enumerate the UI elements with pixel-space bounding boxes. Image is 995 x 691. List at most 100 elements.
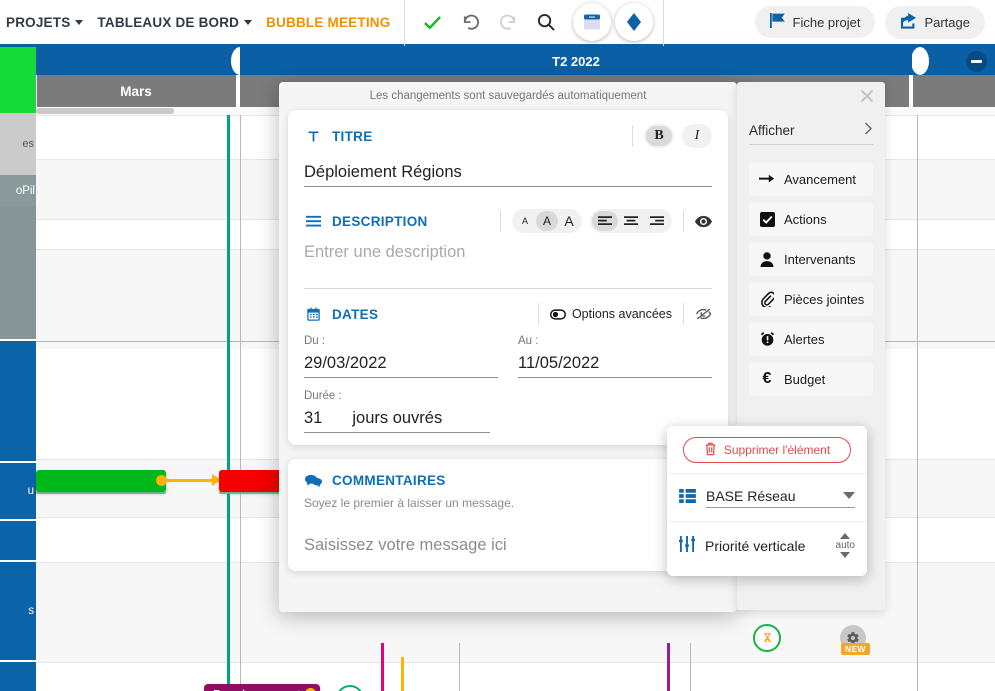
comments-empty-text: Soyez le premier à laisser un message.: [304, 496, 515, 510]
checkbox-icon: [759, 211, 775, 227]
italic-button[interactable]: I: [684, 126, 710, 146]
row-header-cell[interactable]: [0, 662, 36, 691]
dependency-link: [401, 657, 404, 691]
divider: [304, 288, 712, 289]
nav-tableaux-label: TABLEAUX DE BORD: [97, 14, 240, 30]
grid-line: [917, 115, 918, 691]
trash-icon: [704, 442, 717, 459]
from-date-value: 29/03/2022: [304, 354, 387, 372]
afficher-header[interactable]: Afficher: [749, 122, 873, 145]
base-select-value: BASE Réseau: [706, 487, 796, 504]
title-section-header: TITRE B I: [304, 124, 712, 148]
fiche-projet-button[interactable]: Fiche projet: [754, 6, 876, 38]
row-header-cell[interactable]: u: [0, 463, 36, 519]
nav-projets-label: PROJETS: [6, 14, 71, 30]
font-size-medium-button[interactable]: A: [536, 211, 558, 231]
comments-card: COMMENTAIRES Soyez le premier à laisser …: [288, 459, 728, 571]
dates-row: Du : 29/03/2022 Au : 11/05/2022: [304, 335, 712, 378]
advanced-options-button[interactable]: Options avancées: [549, 307, 672, 321]
from-label: Du :: [304, 335, 326, 347]
redo-icon[interactable]: [491, 5, 525, 39]
nav-projets[interactable]: PROJETS: [6, 14, 84, 30]
toggle-icon: [549, 308, 566, 320]
sidebar-item-avancement[interactable]: Avancement: [749, 162, 873, 196]
row-header-cell[interactable]: s: [0, 562, 36, 660]
element-context-menu[interactable]: Supprimer l'élément BASE Réseau Priorité: [667, 426, 867, 576]
font-size-group[interactable]: A A A: [512, 209, 582, 233]
align-right-icon[interactable]: [644, 211, 670, 231]
chevron-down-icon: [75, 19, 84, 25]
period-marker-line: [381, 643, 384, 691]
duration-field[interactable]: 31 jours ouvrés: [304, 404, 490, 433]
sliders-icon: [679, 536, 695, 555]
eye-icon[interactable]: [695, 215, 712, 228]
sidebar-item-label: Intervenants: [784, 251, 856, 267]
row-header-cell[interactable]: [0, 521, 36, 560]
base-select[interactable]: BASE Réseau: [706, 488, 855, 508]
base-selector-row[interactable]: BASE Réseau: [667, 473, 867, 521]
vertical-priority-row[interactable]: Priorité verticale auto: [667, 521, 867, 569]
delete-element-label: Supprimer l'élément: [723, 443, 831, 457]
search-icon[interactable]: [529, 5, 563, 39]
grid-icon: [679, 489, 696, 506]
horizontal-scrollbar-thumb[interactable]: [36, 108, 174, 114]
grid-line: [690, 643, 691, 691]
row-header-cell[interactable]: [0, 341, 36, 461]
align-center-icon[interactable]: [618, 211, 644, 231]
sidebar-item-pieces-jointes[interactable]: Pièces jointes: [749, 282, 873, 316]
sidebar-item-label: Pièces jointes: [784, 291, 865, 307]
duration-label: Durée :: [304, 390, 342, 402]
sidebar-item-alertes[interactable]: Alertes: [749, 322, 873, 356]
stepper-down-icon[interactable]: [840, 552, 851, 558]
priority-value: auto: [835, 540, 855, 551]
main-navigation: PROJETS TABLEAUX DE BORD BUBBLE MEETING: [0, 0, 390, 46]
sidebar-item-intervenants[interactable]: Intervenants: [749, 242, 873, 276]
comment-input[interactable]: Saisissez votre message ici: [304, 536, 712, 555]
comments-icon: [304, 474, 322, 488]
font-size-small-button[interactable]: A: [514, 211, 536, 231]
collapse-quarter-button[interactable]: [966, 51, 987, 72]
eye-slash-icon[interactable]: [695, 307, 712, 321]
row-label: oPil: [15, 184, 35, 197]
hourglass-icon[interactable]: [753, 624, 781, 652]
list-lines-icon: [304, 215, 322, 228]
row-label: s: [28, 605, 34, 617]
priority-stepper[interactable]: auto: [836, 533, 855, 558]
diamond-milestone-icon[interactable]: [615, 3, 654, 41]
partage-button[interactable]: Partage: [885, 5, 985, 39]
title-input-field[interactable]: Déploiement Régions: [304, 158, 712, 187]
delete-element-button[interactable]: Supprimer l'élément: [683, 437, 851, 463]
nav-bubble-meeting-label: BUBBLE MEETING: [266, 14, 391, 30]
paperclip-icon: [759, 291, 775, 307]
row-label: es: [22, 138, 34, 150]
align-left-icon[interactable]: [592, 211, 618, 231]
nav-bubble-meeting[interactable]: BUBBLE MEETING: [266, 15, 390, 30]
sidebar-item-budget[interactable]: € Budget: [749, 362, 873, 396]
text-format-icon: [304, 129, 322, 144]
vertical-priority-label: Priorité verticale: [705, 537, 806, 554]
row-header-cell[interactable]: [0, 47, 36, 113]
description-section-label: DESCRIPTION: [332, 213, 428, 229]
close-icon[interactable]: [858, 87, 876, 105]
chevron-right-icon: [864, 122, 873, 138]
window-view-icon[interactable]: [573, 3, 612, 41]
description-input-field[interactable]: Entrer une description: [304, 243, 712, 262]
to-date-field[interactable]: 11/05/2022: [518, 349, 712, 378]
sidebar-item-actions[interactable]: Actions: [749, 202, 873, 236]
validate-check-icon[interactable]: [415, 5, 449, 39]
gantt-bar-green[interactable]: [36, 470, 166, 492]
undo-icon[interactable]: [453, 5, 487, 39]
row-header-cell[interactable]: es: [0, 113, 36, 175]
font-size-large-button[interactable]: A: [558, 211, 580, 231]
bold-button[interactable]: B: [646, 126, 672, 146]
stepper-up-icon[interactable]: [840, 533, 851, 539]
nav-tableaux-de-bord[interactable]: TABLEAUX DE BORD: [97, 14, 253, 30]
row-header-cell[interactable]: [0, 206, 36, 339]
title-input-value: Déploiement Régions: [304, 163, 462, 181]
calendar-icon: [304, 307, 322, 322]
row-header-cell[interactable]: oPil: [0, 175, 36, 206]
text-align-group[interactable]: [590, 209, 672, 233]
from-date-field[interactable]: 29/03/2022: [304, 349, 498, 378]
task-chip-developpement[interactable]: Developpement 1: [204, 684, 320, 691]
afficher-label: Afficher: [749, 122, 795, 138]
